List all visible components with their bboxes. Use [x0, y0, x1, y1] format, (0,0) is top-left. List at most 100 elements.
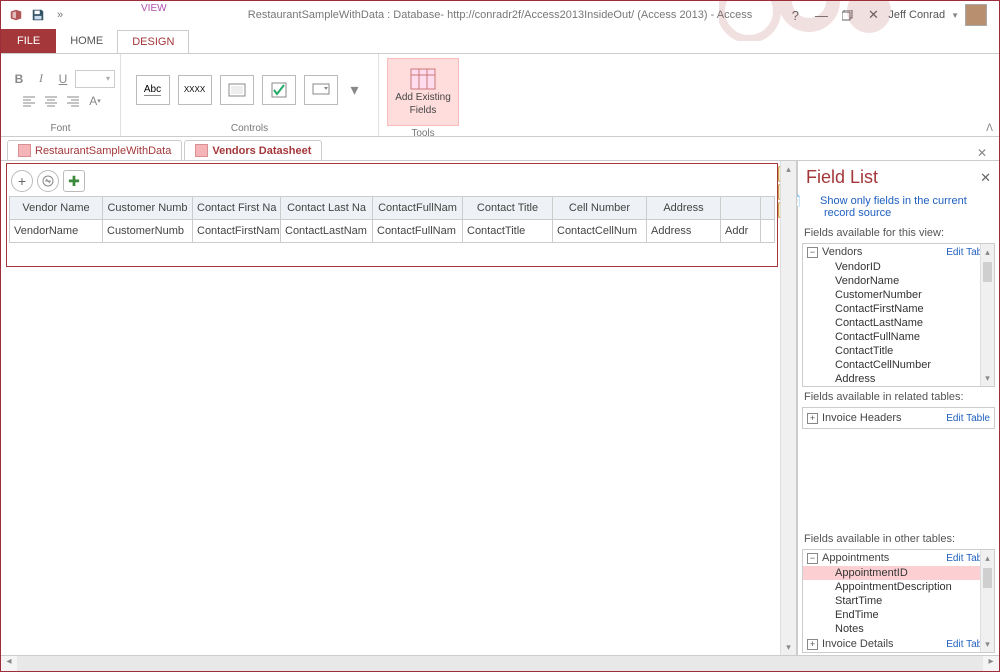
table-invoice-details-row[interactable]: + Invoice Details Edit Table [803, 636, 994, 652]
column-header[interactable]: Contact Last Na [281, 197, 373, 219]
column-header[interactable]: Vendor Name [10, 197, 103, 219]
close-icon[interactable]: ✕ [862, 5, 884, 25]
control-combobox[interactable] [304, 75, 338, 105]
save-icon[interactable] [27, 4, 49, 26]
field-cell[interactable]: ContactLastNam [281, 220, 373, 242]
field-cell[interactable]: VendorName [10, 220, 103, 242]
table-icon [410, 68, 436, 90]
bold-button[interactable]: B [9, 70, 29, 88]
edit-table-link[interactable]: Edit Table [946, 413, 990, 424]
field-item[interactable]: ContactTitle [803, 344, 994, 358]
section-available-other: Fields available in other tables: [798, 531, 999, 547]
grid-header-row: Vendor NameCustomer NumbContact First Na… [9, 196, 775, 220]
scroll-right-icon[interactable]: ▸ [983, 656, 999, 671]
expand-icon[interactable]: + [807, 639, 818, 650]
field-item[interactable]: Notes [803, 622, 994, 636]
minimize-icon[interactable]: — [810, 5, 832, 25]
field-item[interactable]: ContactFirstName [803, 302, 994, 316]
collapse-ribbon-icon[interactable]: ᐱ [986, 123, 993, 134]
quick-access-toolbar: » [1, 4, 71, 26]
add-existing-fields-button[interactable]: Add Existing Fields [387, 58, 459, 126]
control-label[interactable]: XXXX [178, 75, 212, 105]
close-object-icon[interactable]: ✕ [977, 146, 993, 160]
field-cell[interactable]: ContactFirstNam [193, 220, 281, 242]
help-icon[interactable]: ? [784, 5, 806, 25]
scroll-up-icon[interactable]: ▴ [781, 161, 796, 177]
horizontal-scrollbar[interactable]: ◂ ▸ [1, 655, 999, 671]
canvas-toolbar: + ✚ [9, 166, 775, 196]
field-cell[interactable]: CustomerNumb [103, 220, 193, 242]
table-appointments-row[interactable]: − Appointments Edit Table [803, 550, 994, 566]
table-invoice-headers-row[interactable]: + Invoice Headers Edit Table [803, 410, 994, 426]
column-header[interactable]: ContactFullNam [373, 197, 463, 219]
column-header[interactable]: Contact First Na [193, 197, 281, 219]
field-cell[interactable]: Addr [721, 220, 761, 242]
add-action-button[interactable]: ✚ [63, 170, 85, 192]
scroll-down-icon[interactable]: ▾ [781, 639, 796, 655]
field-item[interactable]: ContactCellNumber [803, 358, 994, 372]
vertical-scrollbar[interactable]: ▴ ▾ [780, 161, 796, 655]
field-list-title: Field List ✕ [798, 161, 999, 192]
field-item[interactable]: VendorID [803, 260, 994, 274]
table-vendors-row[interactable]: − Vendors Edit Table [803, 244, 994, 260]
align-right-button[interactable] [63, 92, 83, 110]
pane-scrollbar[interactable]: ▴▾ [980, 550, 994, 652]
user-name: Jeff Conrad [888, 9, 945, 21]
ribbon: B I U ▾ A▾ Font Abc XXXX ▾ [1, 53, 999, 137]
collapse-icon[interactable]: − [807, 553, 818, 564]
form-icon [18, 144, 31, 157]
scroll-left-icon[interactable]: ◂ [1, 656, 17, 671]
grid-data-row: VendorNameCustomerNumbContactFirstNamCon… [9, 220, 775, 243]
pane-scrollbar[interactable]: ▴▾ [980, 244, 994, 386]
italic-button[interactable]: I [31, 70, 51, 88]
field-item[interactable]: StartTime [803, 594, 994, 608]
tab-file[interactable]: FILE [1, 29, 56, 53]
show-only-fields-link[interactable]: 📄Show only fields in the current record … [798, 192, 999, 225]
field-cell[interactable]: ContactTitle [463, 220, 553, 242]
expand-icon[interactable]: + [807, 413, 818, 424]
field-cell[interactable]: ContactFullNam [373, 220, 463, 242]
datasheet-canvas[interactable]: + ✚ Vendor NameCustomer NumbContact Firs… [6, 163, 778, 267]
field-item[interactable]: AppointmentID [803, 566, 994, 580]
user-account[interactable]: Jeff Conrad ▼ [888, 4, 987, 26]
field-item[interactable]: CustomerNumber [803, 288, 994, 302]
restore-icon[interactable] [836, 5, 858, 25]
column-header[interactable]: Cell Number [553, 197, 647, 219]
field-item[interactable]: Address [803, 372, 994, 386]
underline-button[interactable]: U [53, 70, 73, 88]
delete-record-button[interactable] [37, 170, 59, 192]
field-item[interactable]: VendorName [803, 274, 994, 288]
controls-more[interactable]: ▾ [346, 75, 364, 105]
field-cell[interactable]: ContactCellNum [553, 220, 647, 242]
control-checkbox[interactable] [262, 75, 296, 105]
font-color-button[interactable]: A▾ [85, 92, 105, 110]
avatar [965, 4, 987, 26]
collapse-icon[interactable]: − [807, 247, 818, 258]
column-header[interactable]: Address [647, 197, 721, 219]
field-item[interactable]: AppointmentDescription [803, 580, 994, 594]
column-header[interactable]: Contact Title [463, 197, 553, 219]
design-surface[interactable]: + ✚ Vendor NameCustomer NumbContact Firs… [1, 161, 797, 655]
align-left-button[interactable] [19, 92, 39, 110]
field-item[interactable]: ContactFullName [803, 330, 994, 344]
field-list-pane: Field List ✕ 📄Show only fields in the cu… [797, 161, 999, 655]
object-tab-vendors[interactable]: Vendors Datasheet [184, 140, 322, 160]
field-item[interactable]: ContactLastName [803, 316, 994, 330]
close-pane-icon[interactable]: ✕ [980, 170, 991, 186]
qat-more-icon[interactable]: » [49, 4, 71, 26]
tab-home[interactable]: HOME [56, 29, 117, 53]
access-app-icon[interactable] [5, 4, 27, 26]
tab-design[interactable]: DESIGN [117, 30, 189, 54]
object-tab-restaurant[interactable]: RestaurantSampleWithData [7, 140, 182, 160]
contextual-tab-label: VIEW [141, 3, 167, 14]
control-button[interactable] [220, 75, 254, 105]
field-item[interactable]: EndTime [803, 608, 994, 622]
window-title: RestaurantSampleWithData : Database- htt… [248, 9, 752, 21]
font-size-box[interactable]: ▾ [75, 70, 115, 88]
column-header[interactable] [721, 197, 761, 219]
add-record-button[interactable]: + [11, 170, 33, 192]
field-cell[interactable]: Address [647, 220, 721, 242]
control-textbox[interactable]: Abc [136, 75, 170, 105]
align-center-button[interactable] [41, 92, 61, 110]
column-header[interactable]: Customer Numb [103, 197, 193, 219]
